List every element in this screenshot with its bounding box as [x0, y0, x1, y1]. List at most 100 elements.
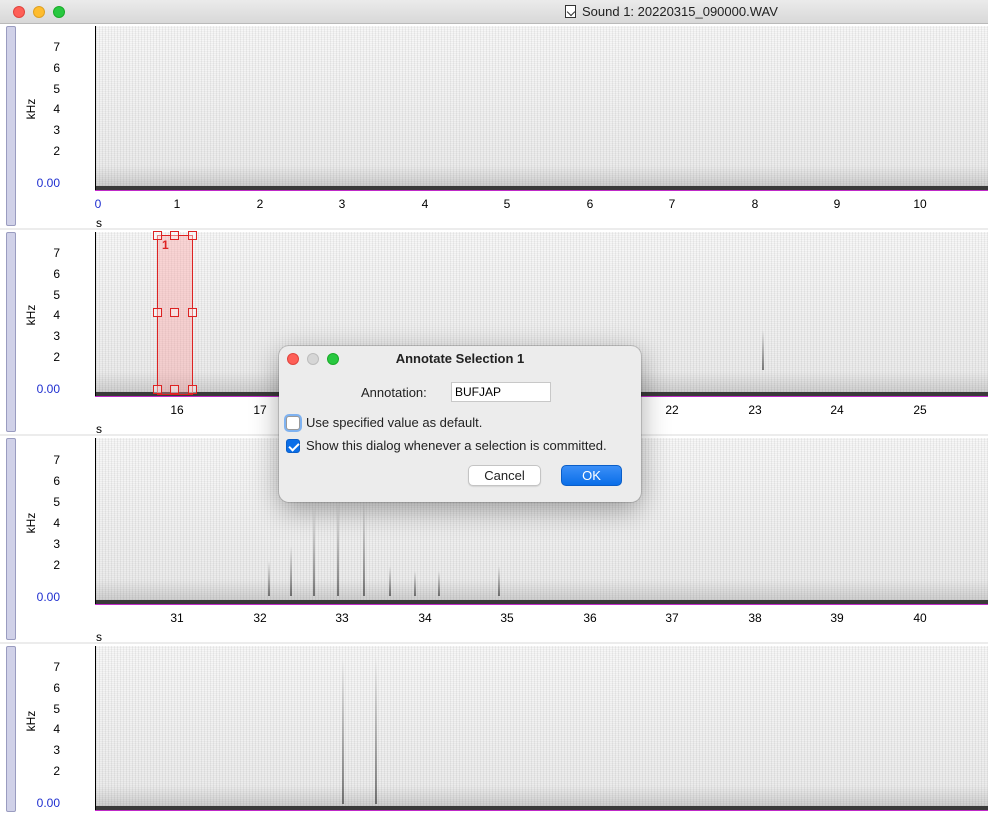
xtick-label: 35 [500, 611, 514, 625]
ytick-zero: 0.00 [36, 382, 60, 396]
xtick-label: 37 [665, 611, 679, 625]
xtick-label: 1 [173, 197, 181, 211]
selection-handle[interactable] [188, 308, 197, 317]
xtick-label: 5 [503, 197, 511, 211]
spectrogram-4[interactable] [95, 646, 988, 810]
xtick-label: 33 [335, 611, 349, 625]
baseline [95, 810, 988, 811]
ytick: 7 [53, 660, 60, 674]
default-checkbox[interactable] [286, 415, 300, 430]
document-icon [565, 5, 576, 18]
ytick: 3 [53, 743, 60, 757]
ytick: 3 [53, 329, 60, 343]
xtick-label: 25 [913, 403, 927, 417]
ytick: 4 [53, 308, 60, 322]
xtick-label: 6 [586, 197, 594, 211]
call-streak [762, 330, 764, 370]
selection-handle[interactable] [188, 385, 197, 394]
panel-selector-2[interactable] [6, 232, 16, 432]
xtick-label: 17 [253, 403, 267, 417]
selection-handle[interactable] [153, 231, 162, 240]
panel-selector-3[interactable] [6, 438, 16, 640]
default-checkbox-label: Use specified value as default. [306, 415, 483, 430]
xtick-label: 9 [833, 197, 841, 211]
baseline [95, 604, 988, 605]
x-axis-3: 31 32 33 34 35 36 37 38 39 40 [95, 606, 988, 625]
xtick-label: 8 [751, 197, 759, 211]
x-unit-label: s [96, 630, 102, 644]
ytick: 5 [53, 82, 60, 96]
minimize-window-button[interactable] [33, 6, 45, 18]
ytick: 5 [53, 495, 60, 509]
call-streak [290, 546, 292, 596]
cancel-button[interactable]: Cancel [468, 465, 541, 486]
call-streak [363, 501, 365, 596]
xtick-label: 22 [665, 403, 679, 417]
xtick-label: 10 [913, 197, 927, 211]
close-window-button[interactable] [13, 6, 25, 18]
ytick: 6 [53, 267, 60, 281]
call-streak [375, 656, 377, 804]
xtick-label: 31 [170, 611, 184, 625]
selection-handle[interactable] [170, 385, 179, 394]
xtick-label: 39 [830, 611, 844, 625]
call-streak [313, 506, 315, 596]
baseline [95, 190, 988, 191]
dialog-title: Annotate Selection 1 [395, 351, 525, 366]
show-dialog-checkbox[interactable] [286, 438, 300, 453]
call-streak [414, 571, 416, 596]
selection-handle[interactable] [153, 385, 162, 394]
ytick: 6 [53, 61, 60, 75]
ytick: 3 [53, 537, 60, 551]
xtick-label: 40 [913, 611, 927, 625]
annotation-label: Annotation: [361, 385, 427, 400]
panel-selector-4[interactable] [6, 646, 16, 812]
show-dialog-checkbox-label: Show this dialog whenever a selection is… [306, 438, 607, 453]
ytick: 2 [53, 144, 60, 158]
x-axis-1: 0 1 2 3 4 5 6 7 8 9 10 [94, 192, 988, 211]
ytick: 5 [53, 702, 60, 716]
ytick: 2 [53, 558, 60, 572]
ytick: 4 [53, 722, 60, 736]
annotate-selection-dialog: Annotate Selection 1 Annotation: Use spe… [279, 346, 641, 502]
call-streak [268, 561, 270, 596]
xtick-label: 16 [170, 403, 184, 417]
xtick-label: 2 [256, 197, 264, 211]
default-checkbox-row[interactable]: Use specified value as default. [286, 415, 482, 430]
selection-handle[interactable] [170, 231, 179, 240]
window-titlebar: Sound 1: 20220315_090000.WAV [0, 0, 988, 24]
xtick-label: 32 [253, 611, 267, 625]
ytick-zero: 0.00 [36, 176, 60, 190]
ytick: 6 [53, 681, 60, 695]
xtick-label: 4 [421, 197, 429, 211]
ok-button[interactable]: OK [561, 465, 622, 486]
selection-handle[interactable] [170, 308, 179, 317]
xtick-label: 23 [748, 403, 762, 417]
ytick: 7 [53, 453, 60, 467]
annotation-input[interactable] [451, 382, 551, 402]
call-streak [389, 566, 391, 596]
xtick-label: 34 [418, 611, 432, 625]
x-unit-label: s [96, 422, 102, 436]
ytick: 2 [53, 350, 60, 364]
ytick: 7 [53, 246, 60, 260]
spectrogram-1[interactable] [95, 26, 988, 190]
panel-selector-1[interactable] [6, 26, 16, 226]
call-streak [498, 566, 500, 596]
selection-handle[interactable] [188, 231, 197, 240]
selection-handle[interactable] [153, 308, 162, 317]
xtick-label: 36 [583, 611, 597, 625]
spectrogram-panel-1: kHz 7 6 5 4 3 2 0.00 0 1 2 3 4 5 6 7 8 9… [0, 24, 988, 230]
xtick-label: 38 [748, 611, 762, 625]
maximize-window-button[interactable] [53, 6, 65, 18]
selection-number: 1 [162, 238, 169, 252]
xtick-label: 7 [668, 197, 676, 211]
spectrogram-panel-4: kHz 7 6 5 4 3 2 0.00 [0, 644, 988, 814]
show-dialog-checkbox-row[interactable]: Show this dialog whenever a selection is… [286, 438, 607, 453]
window-title-group: Sound 1: 20220315_090000.WAV [565, 4, 778, 19]
xtick-label: 0 [94, 197, 102, 211]
call-streak [438, 571, 440, 596]
ytick: 4 [53, 102, 60, 116]
ytick: 7 [53, 40, 60, 54]
call-streak [337, 501, 339, 596]
